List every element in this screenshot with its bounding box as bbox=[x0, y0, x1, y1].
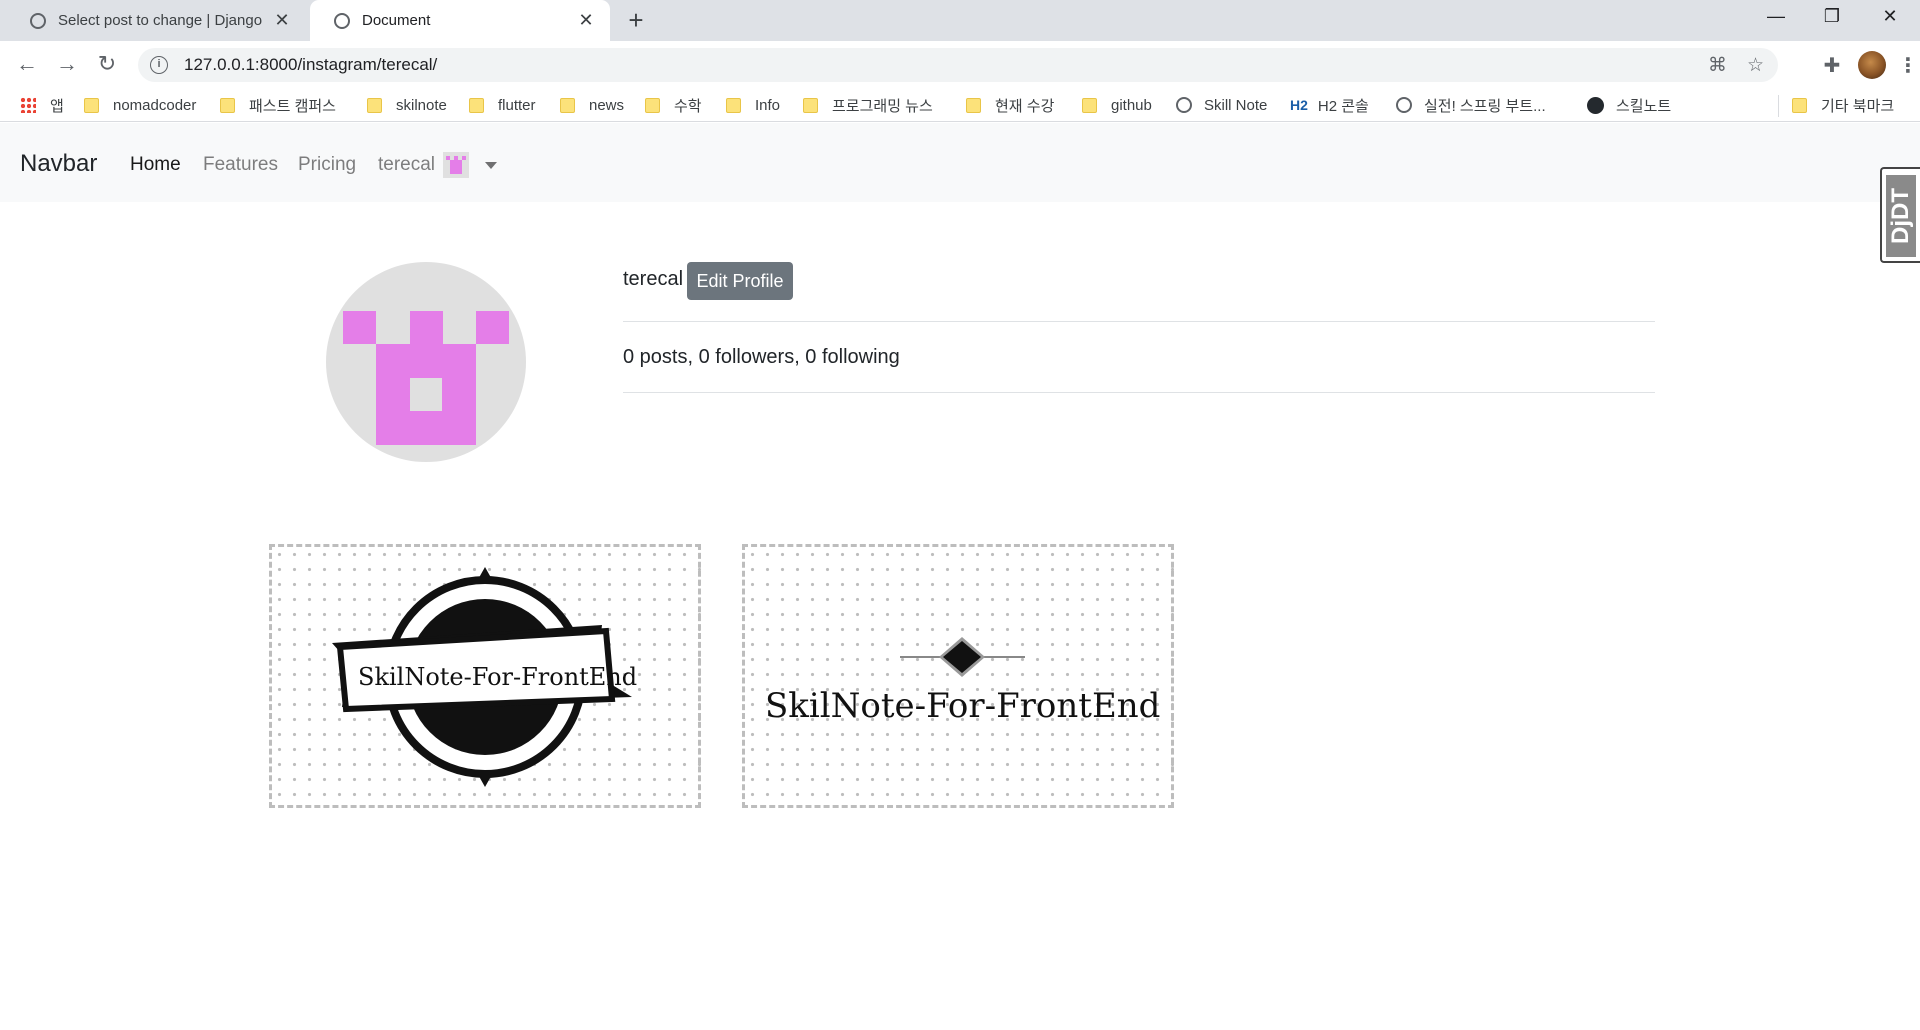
divider bbox=[623, 392, 1655, 393]
back-arrow-icon[interactable]: ← bbox=[13, 51, 41, 79]
folder-icon bbox=[84, 97, 99, 113]
github-icon bbox=[1587, 96, 1604, 114]
nav-link-features[interactable]: Features bbox=[203, 154, 278, 176]
url-text[interactable]: 127.0.0.1:8000/instagram/terecal/ bbox=[184, 55, 437, 75]
post-caption: SkilNote-For-FrontEnd bbox=[358, 663, 638, 691]
avatar bbox=[443, 152, 470, 178]
folder-icon bbox=[645, 97, 660, 113]
edit-profile-button[interactable]: Edit Profile bbox=[687, 262, 793, 300]
profile-username: terecal bbox=[623, 268, 684, 290]
folder-icon bbox=[966, 97, 981, 113]
folder-icon bbox=[1082, 97, 1097, 113]
bookmark-label: 현재 수강 bbox=[995, 97, 1055, 115]
menu-dots-icon[interactable]: ⋮ bbox=[1896, 53, 1920, 78]
tab-title: Document bbox=[362, 12, 431, 29]
bookmark-label: 프로그래밍 뉴스 bbox=[832, 97, 933, 115]
apps-grid-icon bbox=[20, 97, 36, 113]
address-toolbar: ← → ↻ i 127.0.0.1:8000/instagram/terecal… bbox=[0, 41, 1920, 88]
nav-link-pricing[interactable]: Pricing bbox=[298, 154, 356, 176]
translate-icon[interactable]: ⌘ bbox=[1708, 54, 1727, 77]
close-window-button[interactable]: ✕ bbox=[1870, 6, 1910, 32]
profile-stats: 0 posts, 0 followers, 0 following bbox=[623, 346, 900, 368]
bookmark-folder[interactable]: 수학 bbox=[645, 94, 702, 116]
url-bar[interactable]: i 127.0.0.1:8000/instagram/terecal/ ⌘ ☆ bbox=[138, 48, 1778, 82]
close-icon[interactable]: ✕ bbox=[576, 10, 596, 31]
bookmark-label: 수학 bbox=[674, 97, 702, 115]
bookmark-label: 패스트 캠퍼스 bbox=[249, 97, 336, 115]
bookmark-label: github bbox=[1111, 96, 1152, 114]
bookmark-label: Info bbox=[755, 96, 781, 114]
bookmark-folder[interactable]: 현재 수강 bbox=[966, 94, 1054, 116]
bookmark-label: 실전! 스프링 부트... bbox=[1424, 97, 1546, 115]
bookmark-label: 기타 북마크 bbox=[1821, 97, 1895, 115]
restore-button[interactable]: ❐ bbox=[1812, 6, 1852, 32]
extensions-puzzle-icon[interactable]: ✚ bbox=[1816, 53, 1848, 78]
folder-icon bbox=[560, 97, 575, 113]
bookmark-folder[interactable]: github bbox=[1082, 94, 1152, 116]
globe-icon bbox=[30, 12, 46, 29]
bookmark-label: 앱 bbox=[50, 97, 64, 115]
folder-icon bbox=[726, 97, 741, 113]
tab-strip: Select post to change | Django ✕ Documen… bbox=[0, 0, 1920, 41]
bookmark-label: Skill Note bbox=[1204, 96, 1268, 114]
user-dropdown[interactable]: terecal bbox=[378, 152, 498, 178]
folder-icon bbox=[803, 97, 818, 113]
forward-arrow-icon[interactable]: → bbox=[53, 51, 81, 79]
post-thumbnail[interactable]: SkilNote-For-FrontEnd bbox=[742, 544, 1174, 808]
debug-toolbar-label: DjDT bbox=[1886, 175, 1916, 257]
site-navbar: Navbar Home Features Pricing terecal bbox=[0, 123, 1920, 202]
bookmark-folder[interactable]: 패스트 캠퍼스 bbox=[220, 94, 336, 116]
bookmark-folder[interactable]: 프로그래밍 뉴스 bbox=[803, 94, 933, 116]
folder-icon bbox=[469, 97, 484, 113]
folder-icon bbox=[220, 97, 235, 113]
debug-toolbar-handle[interactable]: DjDT bbox=[1880, 167, 1920, 263]
navbar-brand[interactable]: Navbar bbox=[20, 150, 97, 178]
bookmark-label: H2 콘솔 bbox=[1317, 97, 1369, 115]
nav-link-home[interactable]: Home bbox=[130, 154, 181, 176]
bookmark-link[interactable]: 스킬노트 bbox=[1587, 94, 1671, 116]
folder-icon bbox=[367, 97, 382, 113]
bookmark-other[interactable]: 기타 북마크 bbox=[1792, 94, 1894, 116]
bookmark-label: flutter bbox=[498, 96, 536, 114]
bookmark-label: nomadcoder bbox=[113, 96, 197, 114]
h2-logo-icon: H2 bbox=[1290, 97, 1308, 113]
bookmark-link[interactable]: 실전! 스프링 부트... bbox=[1396, 94, 1546, 116]
profile-avatar-large bbox=[326, 262, 526, 462]
bookmark-folder[interactable]: nomadcoder bbox=[84, 94, 196, 116]
post-thumbnail[interactable]: SkilNote-For-FrontEnd bbox=[269, 544, 701, 808]
profile-avatar[interactable] bbox=[1858, 51, 1886, 79]
bookmark-folder[interactable]: news bbox=[560, 94, 624, 116]
bookmarks-bar: 앱 nomadcoder 패스트 캠퍼스 skilnote flutter ne… bbox=[0, 88, 1920, 122]
minimize-button[interactable]: — bbox=[1756, 6, 1796, 32]
post-caption: SkilNote-For-FrontEnd bbox=[765, 686, 1161, 726]
tab-title: Select post to change | Django bbox=[58, 12, 263, 29]
bookmark-label: news bbox=[589, 96, 625, 114]
reload-icon[interactable]: ↻ bbox=[93, 51, 121, 79]
caret-down-icon bbox=[485, 161, 498, 169]
bookmark-link[interactable]: H2 H2 콘솔 bbox=[1290, 94, 1369, 116]
tab-django-admin[interactable]: Select post to change | Django ✕ bbox=[6, 0, 306, 41]
bookmark-apps[interactable]: 앱 bbox=[20, 94, 64, 116]
bookmark-link[interactable]: Skill Note bbox=[1176, 94, 1267, 116]
bookmark-folder[interactable]: skilnote bbox=[367, 94, 447, 116]
bookmark-separator bbox=[1778, 95, 1779, 117]
globe-icon bbox=[334, 12, 350, 29]
tab-document[interactable]: Document ✕ bbox=[310, 0, 610, 41]
globe-icon bbox=[1396, 97, 1412, 113]
bookmark-folder[interactable]: Info bbox=[726, 94, 780, 116]
nav-username: terecal bbox=[378, 154, 436, 175]
bookmark-folder[interactable]: flutter bbox=[469, 94, 536, 116]
site-info-icon[interactable]: i bbox=[150, 56, 168, 74]
bookmark-label: skilnote bbox=[396, 96, 447, 114]
bookmark-label: 스킬노트 bbox=[1616, 97, 1672, 115]
divider bbox=[623, 321, 1655, 322]
globe-icon bbox=[1176, 97, 1192, 113]
close-icon[interactable]: ✕ bbox=[272, 10, 292, 31]
folder-icon bbox=[1792, 97, 1807, 113]
star-icon[interactable]: ☆ bbox=[1747, 54, 1764, 77]
diamond-ornament bbox=[900, 637, 1025, 677]
new-tab-button[interactable]: + bbox=[622, 7, 650, 34]
